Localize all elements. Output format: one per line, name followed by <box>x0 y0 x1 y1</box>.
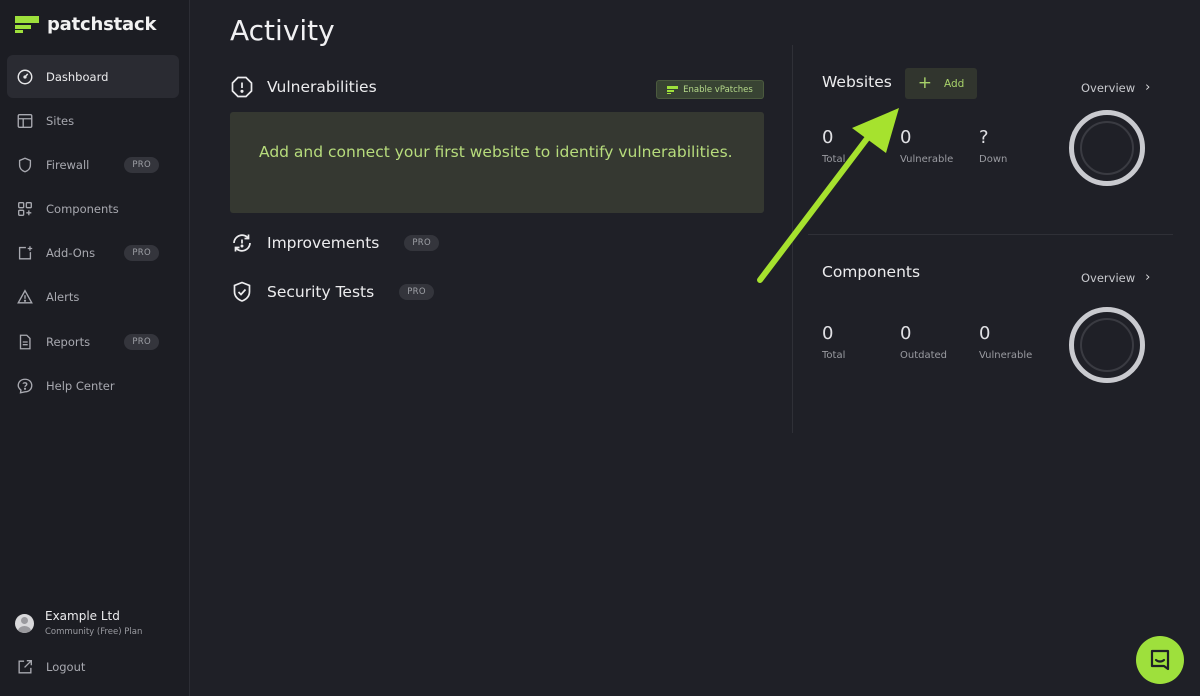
components-donut-chart <box>1069 307 1145 383</box>
sidebar-item-label: Add-Ons <box>46 246 96 261</box>
grid-plus-icon <box>16 200 34 218</box>
stat-label: Vulnerable <box>979 350 1033 361</box>
logout-label: Logout <box>46 660 86 674</box>
column-divider <box>792 45 793 433</box>
page-title: Activity <box>230 14 335 47</box>
components-overview-link[interactable]: Overview › <box>1081 270 1150 285</box>
warning-icon <box>16 288 34 306</box>
shield-check-icon <box>233 281 251 302</box>
sidebar: patchstack Dashboard Sites Firewall PRO <box>0 0 190 696</box>
stat-value: ? <box>979 127 989 148</box>
vulnerabilities-section[interactable]: Vulnerabilities <box>230 75 377 99</box>
websites-overview-link[interactable]: Overview › <box>1081 80 1150 95</box>
layout-icon <box>16 112 34 130</box>
components-stat-total: 0 Total <box>822 323 845 361</box>
pro-badge: PRO <box>399 284 434 300</box>
account-plan: Community (Free) Plan <box>45 627 143 637</box>
sidebar-item-label: Firewall <box>46 157 90 172</box>
stat-label: Vulnerable <box>900 154 954 165</box>
improvements-section[interactable]: Improvements PRO <box>230 231 439 255</box>
account-switcher[interactable]: Example Ltd Community (Free) Plan <box>15 608 142 637</box>
sidebar-item-label: Help Center <box>46 378 115 393</box>
patchstack-logo-icon <box>667 85 679 94</box>
pro-badge: PRO <box>124 333 159 350</box>
shield-icon <box>16 156 34 174</box>
refresh-alert-icon <box>233 234 251 252</box>
document-icon <box>16 333 34 351</box>
websites-donut-chart <box>1069 110 1145 186</box>
sidebar-item-components[interactable]: Components <box>7 188 179 231</box>
sidebar-item-label: Dashboard <box>46 69 109 84</box>
components-stat-vulnerable: 0 Vulnerable <box>979 323 1032 361</box>
chat-icon <box>1150 649 1170 671</box>
stat-value: 0 <box>822 127 834 148</box>
sidebar-item-sites[interactable]: Sites <box>7 99 179 142</box>
security-tests-label: Security Tests <box>267 283 375 301</box>
sidebar-item-add-ons[interactable]: Add-Ons PRO <box>7 232 179 275</box>
security-tests-section[interactable]: Security Tests PRO <box>230 280 434 304</box>
sidebar-nav: Dashboard Sites Firewall PRO Components <box>7 55 179 409</box>
empty-state-message: Add and connect your first website to id… <box>230 112 764 213</box>
addon-icon <box>16 244 34 262</box>
vulnerabilities-label: Vulnerabilities <box>267 78 377 96</box>
websites-stat-vulnerable: 0 Vulnerable <box>900 127 953 165</box>
add-website-button[interactable]: + Add <box>905 68 977 99</box>
stat-label: Down <box>979 154 1008 165</box>
pro-badge: PRO <box>124 245 159 262</box>
pro-badge: PRO <box>404 235 439 251</box>
enable-vpatches-label: Enable vPatches <box>683 84 753 95</box>
enable-vpatches-button[interactable]: Enable vPatches <box>656 80 764 99</box>
stat-value: 0 <box>900 323 912 344</box>
sidebar-item-help-center[interactable]: Help Center <box>7 364 179 407</box>
sidebar-item-label: Alerts <box>46 290 80 305</box>
chat-support-button[interactable] <box>1136 636 1184 684</box>
components-title: Components <box>822 263 921 281</box>
overview-label: Overview <box>1081 270 1136 285</box>
chevron-right-icon: › <box>1145 80 1151 95</box>
stat-value: 0 <box>900 127 912 148</box>
stat-label: Total <box>822 154 846 165</box>
logout-button[interactable]: Logout <box>16 658 85 676</box>
stat-value: 0 <box>979 323 991 344</box>
improvements-label: Improvements <box>267 234 380 252</box>
sidebar-item-label: Reports <box>46 334 91 349</box>
sidebar-item-dashboard[interactable]: Dashboard <box>7 55 179 98</box>
brand-name: patchstack <box>47 14 157 35</box>
section-divider <box>808 234 1173 235</box>
overview-label: Overview <box>1081 80 1136 95</box>
stat-value: 0 <box>822 323 834 344</box>
patchstack-logo-icon <box>15 15 39 34</box>
account-name: Example Ltd <box>45 609 120 623</box>
help-icon <box>16 377 34 395</box>
chevron-right-icon: › <box>1145 270 1151 285</box>
pro-badge: PRO <box>124 156 159 173</box>
sidebar-item-label: Components <box>46 202 119 217</box>
websites-stat-down: ? Down <box>979 127 1007 165</box>
add-label: Add <box>943 77 965 90</box>
components-stat-outdated: 0 Outdated <box>900 323 947 361</box>
avatar <box>15 614 34 633</box>
stat-label: Total <box>822 350 846 361</box>
websites-title: Websites <box>822 73 892 91</box>
gauge-icon <box>16 68 34 86</box>
stat-label: Outdated <box>900 350 948 361</box>
plus-icon: + <box>917 73 932 93</box>
sidebar-item-alerts[interactable]: Alerts <box>7 276 179 319</box>
external-link-icon <box>16 658 34 676</box>
sidebar-item-label: Sites <box>46 113 75 128</box>
websites-stat-total: 0 Total <box>822 127 845 165</box>
alert-octagon-icon <box>231 76 253 98</box>
brand-logo[interactable]: patchstack <box>15 14 156 35</box>
sidebar-item-reports[interactable]: Reports PRO <box>7 320 179 363</box>
sidebar-item-firewall[interactable]: Firewall PRO <box>7 143 179 186</box>
